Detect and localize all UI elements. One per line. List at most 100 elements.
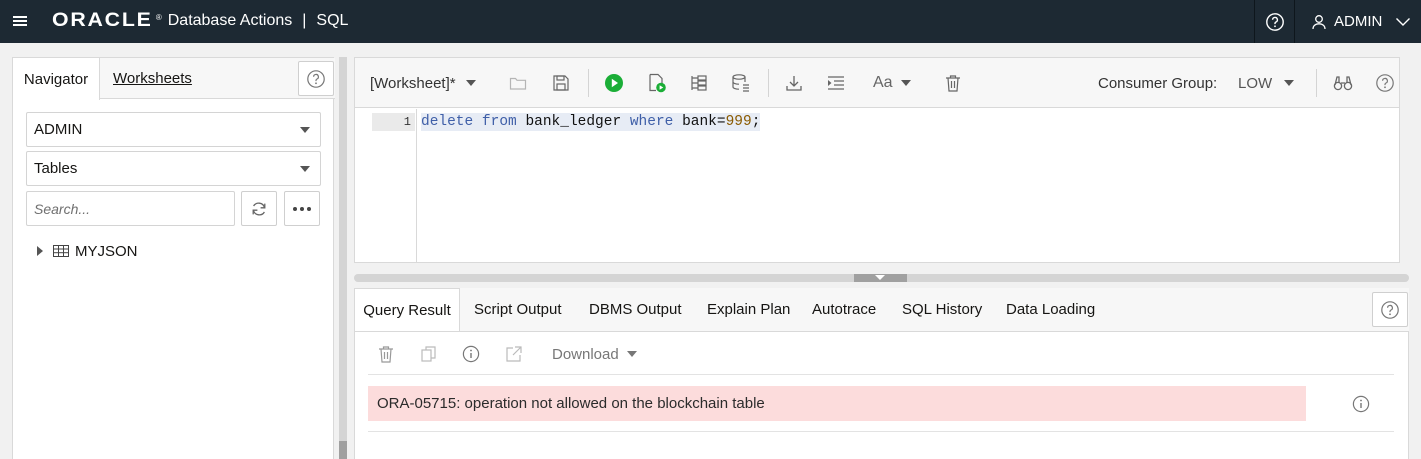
copy-icon	[421, 346, 436, 362]
tab-worksheets[interactable]: Worksheets	[113, 58, 192, 99]
run-script-button[interactable]	[647, 58, 667, 108]
registered-mark: ®	[155, 12, 162, 22]
user-menu[interactable]: ADMIN	[1296, 0, 1421, 43]
external-link-icon	[506, 346, 522, 362]
play-icon	[605, 74, 623, 92]
code-line[interactable]: delete from bank_ledger where bank=999;	[421, 113, 761, 131]
page-name: SQL	[316, 12, 349, 29]
code-editor[interactable]: 1 delete from bank_ledger where bank=999…	[355, 109, 1399, 262]
toolbar-divider	[368, 374, 1394, 375]
editor-help-button[interactable]	[1375, 58, 1395, 108]
copy-button[interactable]	[420, 340, 438, 368]
consumer-group-dropdown[interactable]: LOW	[1238, 58, 1295, 108]
line-number: 1	[372, 113, 415, 131]
more-icon	[293, 206, 311, 211]
table-name: bank_ledger	[525, 114, 622, 130]
explain-plan-icon	[691, 75, 707, 91]
vertical-splitter[interactable]	[339, 57, 347, 459]
trash-icon	[946, 75, 960, 92]
worksheet-name: [Worksheet]*	[370, 74, 456, 92]
navigator-search-input[interactable]: Search...	[26, 191, 235, 226]
help-icon	[1376, 74, 1394, 92]
results-panel: Query Result Script Output DBMS Output E…	[354, 288, 1409, 459]
horizontal-splitter[interactable]	[354, 274, 1409, 282]
tab-data-loading[interactable]: Data Loading	[1006, 288, 1095, 331]
download-label: Download	[552, 345, 619, 363]
table-icon	[53, 245, 69, 257]
trash-icon	[379, 346, 393, 363]
brand: ORACLE ® Database Actions | SQL	[52, 9, 348, 33]
info-icon	[462, 345, 480, 363]
tree-item-label: MYJSON	[75, 242, 138, 260]
download-button[interactable]	[785, 58, 803, 108]
consumer-group-label-text: Consumer Group:	[1098, 74, 1218, 92]
schema-select[interactable]: ADMIN	[26, 112, 321, 147]
find-button[interactable]	[1333, 58, 1353, 108]
indent-icon	[828, 76, 844, 90]
format-button[interactable]	[827, 58, 845, 108]
object-type-select[interactable]: Tables	[26, 151, 321, 186]
keyword-from: from	[481, 114, 517, 130]
chevron-down-icon	[1396, 17, 1411, 26]
tab-navigator[interactable]: Navigator	[13, 58, 100, 100]
line-gutter: 1	[355, 109, 417, 262]
folder-icon	[509, 77, 527, 90]
info-icon	[1352, 395, 1370, 413]
tab-script-output[interactable]: Script Output	[474, 288, 562, 331]
autotrace-button[interactable]	[731, 58, 751, 108]
download-dropdown[interactable]: Download	[552, 340, 637, 368]
tab-dbms-output[interactable]: DBMS Output	[589, 288, 682, 331]
run-script-icon	[649, 73, 666, 93]
more-options-button[interactable]	[284, 191, 320, 226]
save-button[interactable]	[552, 58, 570, 108]
top-bar: ORACLE ® Database Actions | SQL ADMIN	[0, 0, 1421, 43]
clear-button[interactable]	[945, 58, 961, 108]
expand-icon[interactable]	[37, 246, 43, 256]
worksheet-editor: [Worksheet]* Aa Consumer Group: LOW 1 de…	[354, 57, 1400, 263]
navigator-help-button[interactable]	[298, 61, 334, 96]
keyword-where: where	[629, 114, 674, 130]
error-message: ORA-05715: operation not allowed on the …	[377, 395, 765, 412]
keyword-delete: delete	[421, 114, 474, 130]
user-icon	[1312, 14, 1326, 29]
results-help-button[interactable]	[1372, 292, 1408, 327]
help-icon	[307, 69, 325, 88]
toolbar-divider	[588, 69, 589, 97]
navigator-tabs: Navigator Worksheets	[13, 58, 335, 100]
info-button[interactable]	[462, 340, 480, 368]
chevron-down-icon	[465, 80, 476, 86]
error-message-row: ORA-05715: operation not allowed on the …	[368, 386, 1306, 421]
tree-item-myjson[interactable]: MYJSON	[37, 241, 138, 261]
help-icon	[1265, 12, 1284, 31]
font-options-dropdown[interactable]: Aa	[873, 58, 911, 108]
toolbar-divider	[1316, 69, 1317, 97]
clear-output-button[interactable]	[378, 340, 394, 368]
toolbar-divider	[768, 69, 769, 97]
error-details-button[interactable]	[1352, 395, 1370, 413]
tab-explain-plan[interactable]: Explain Plan	[707, 288, 790, 331]
refresh-icon	[252, 201, 266, 216]
splitter-handle[interactable]	[339, 441, 347, 459]
explain-plan-button[interactable]	[690, 58, 708, 108]
download-icon	[786, 76, 802, 91]
column-name: bank=	[682, 114, 726, 130]
save-icon	[553, 75, 569, 91]
help-button[interactable]	[1254, 0, 1295, 43]
schema-select-value: ADMIN	[34, 121, 83, 138]
tab-autotrace[interactable]: Autotrace	[812, 288, 876, 331]
collapse-handle[interactable]	[854, 274, 907, 282]
refresh-button[interactable]	[241, 191, 277, 226]
tab-sql-history[interactable]: SQL History	[902, 288, 982, 331]
hamburger-menu-icon[interactable]	[12, 13, 28, 29]
run-statement-button[interactable]	[604, 58, 624, 108]
open-button[interactable]	[509, 58, 527, 108]
tab-query-result[interactable]: Query Result	[354, 288, 460, 332]
help-icon	[1381, 300, 1399, 319]
open-in-new-button[interactable]	[505, 340, 523, 368]
user-name: ADMIN	[1334, 13, 1383, 30]
autotrace-icon	[732, 74, 749, 92]
title-separator: |	[302, 12, 307, 29]
query-result-body: Download ORA-05715: operation not allowe…	[354, 331, 1409, 459]
font-options-label: Aa	[873, 74, 893, 91]
worksheet-name-dropdown[interactable]: [Worksheet]*	[370, 58, 476, 108]
